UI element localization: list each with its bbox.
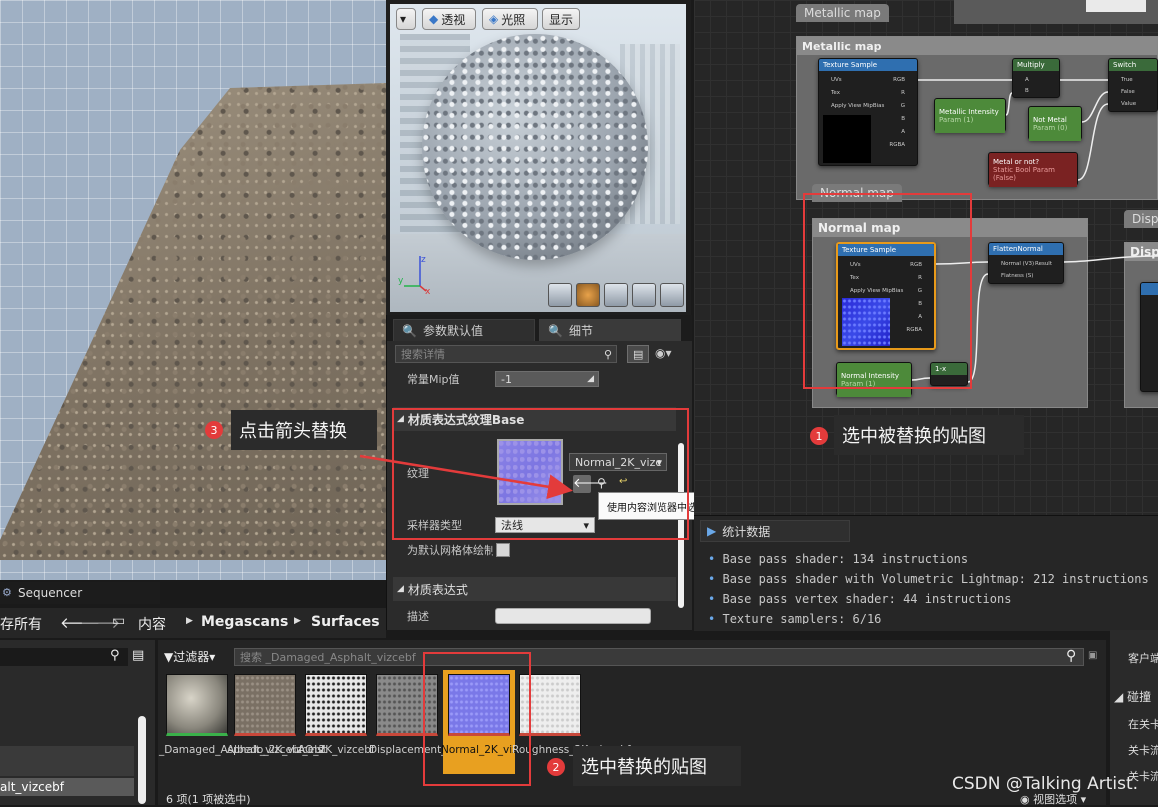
annotation-arrow (359, 454, 573, 500)
watermark: CSDN @Talking Artist. (952, 774, 1139, 794)
